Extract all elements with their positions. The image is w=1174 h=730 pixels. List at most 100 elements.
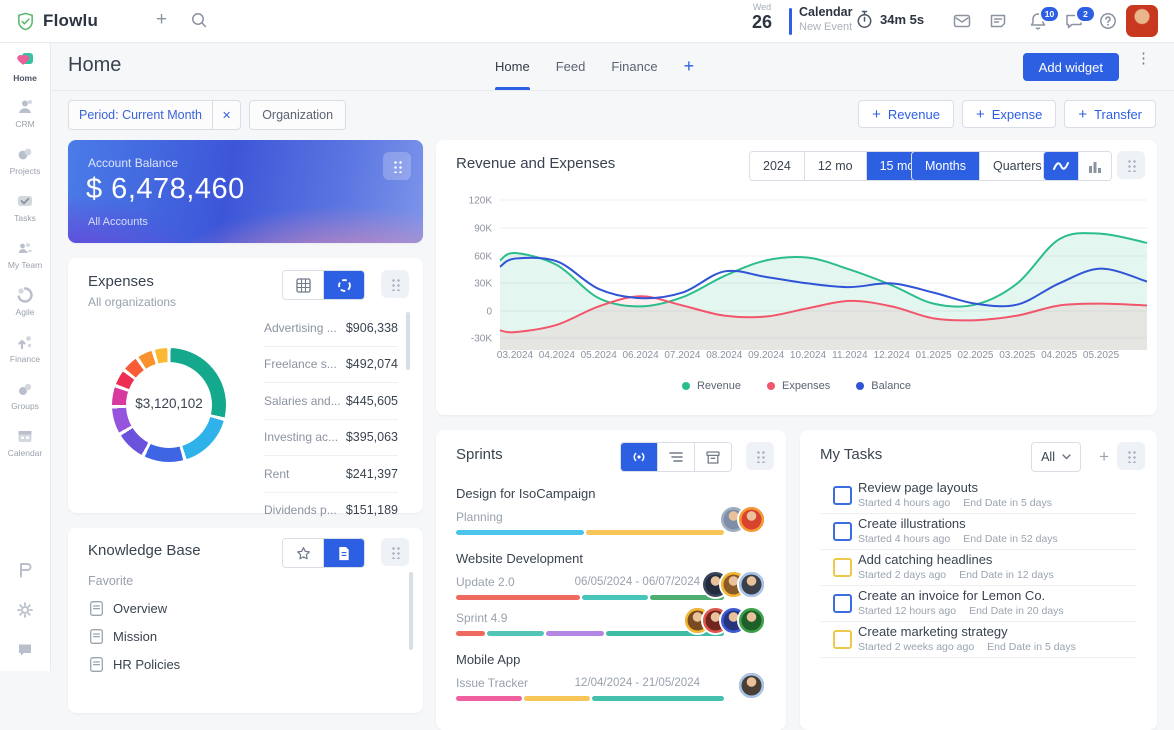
tab-feed[interactable]: Feed [556,42,586,90]
sidebar-settings-icon[interactable] [16,601,34,619]
new-event-link[interactable]: New Event [799,21,853,35]
period-filter-label: Period: Current Month [79,108,202,122]
sprint-row[interactable]: Update 2.0 06/05/2024 - 06/07/2024 [456,568,766,604]
expense-category-label: Salaries and... [264,393,341,408]
notes-icon[interactable] [988,11,1008,31]
task-row[interactable]: Review page layouts Started 4 hours ago En… [820,478,1137,514]
organization-filter-chip[interactable]: Organization [249,100,347,130]
timer-widget[interactable]: 34m 5s [856,10,924,29]
backlog-list-icon[interactable] [657,443,694,471]
notifications-bell-icon[interactable]: 10 [1028,5,1060,31]
expenses-scrollbar[interactable] [406,312,410,370]
kb-article-overview[interactable]: Overview [90,594,370,622]
sidebar-item-projects[interactable]: Projects [0,138,50,183]
range-12mo-button[interactable]: 12 mo [803,152,866,180]
sidebar-item-finance[interactable]: Finance [0,326,50,371]
search-icon[interactable] [190,11,208,29]
widget-drag-handle[interactable] [1117,151,1145,179]
task-checkbox[interactable] [833,486,852,505]
active-sprints-icon[interactable] [621,443,657,471]
widget-drag-handle[interactable] [381,538,409,566]
widget-drag-handle[interactable] [381,270,409,298]
sidebar-item-home[interactable]: Home [0,44,50,89]
archive-icon[interactable] [694,443,731,471]
add-widget-button[interactable]: Add widget [1022,53,1119,81]
sprint-row[interactable]: Sprint 4.9 [456,604,766,640]
create-new-button[interactable]: + [156,9,167,31]
widget-drag-handle[interactable] [383,152,411,180]
add-expense-button[interactable]: + Expense [961,100,1057,128]
revenue-expenses-chart[interactable]: 120K 90K 60K 30K 0 -30K 03.2024 04.2024 05.2024 0… [436,190,1157,370]
expense-list-item[interactable]: Investing ac... $395,063 [264,420,398,456]
documents-icon[interactable] [323,539,364,567]
page-title: Home [68,54,122,76]
table-view-icon[interactable] [283,271,323,299]
sprint-assignees[interactable] [737,671,766,700]
remove-period-filter-icon[interactable]: ✕ [211,101,240,129]
expense-amount: $492,074 [345,357,398,372]
user-avatar[interactable] [1126,5,1158,37]
expense-list-item[interactable]: Salaries and... $445,605 [264,383,398,420]
sidebar-item-my-team[interactable]: My Team [0,232,50,277]
legend-item-balance[interactable]: Balance [856,380,911,392]
sprint-assignees[interactable] [701,570,766,599]
task-row[interactable]: Create marketing strategy Started 2 weeks… [820,622,1137,658]
sprint-assignees[interactable] [719,505,766,534]
sidebar-item-crm[interactable]: CRM [0,91,50,136]
add-revenue-button[interactable]: + Revenue [858,100,954,128]
sidebar-apps-icon[interactable] [16,561,34,579]
sprint-row[interactable]: Planning [456,503,766,539]
expense-list-item[interactable]: Dividends p... $151,189 [264,493,398,529]
widget-drag-handle[interactable] [746,442,774,470]
legend-item-revenue[interactable]: Revenue [681,380,741,392]
line-chart-icon[interactable] [1044,152,1078,180]
mail-icon[interactable] [952,11,972,31]
favorites-star-icon[interactable] [283,539,323,567]
period-filter-chip[interactable]: Period: Current Month ✕ [68,100,242,130]
more-options-icon[interactable]: ⋮ [1136,51,1151,66]
messenger-icon[interactable]: 2 [1064,5,1096,31]
kb-article-hr-policies[interactable]: HR Policies [90,650,370,678]
today-date[interactable]: Wed 26 [752,3,772,32]
task-row[interactable]: Create an invoice for Lemon Co. Started 1… [820,586,1137,622]
widget-drag-handle[interactable] [1117,442,1145,470]
help-icon[interactable] [1098,11,1118,31]
legend-item-expenses[interactable]: Expenses [766,380,831,392]
calendar-quick-access[interactable]: Calendar New Event [799,5,853,34]
expense-list-item[interactable]: Advertising ... $906,338 [264,310,398,347]
legend-label: Expenses [781,380,831,392]
months-button[interactable]: Months [912,152,979,180]
sprint-row[interactable]: Issue Tracker 12/04/2024 - 21/05/2024 [456,669,766,705]
task-checkbox[interactable] [833,630,852,649]
task-row[interactable]: Add catching headlines Started 2 days ago… [820,550,1137,586]
kb-scrollbar[interactable] [409,572,413,650]
task-row[interactable]: Create illustrations Started 4 hours ago E… [820,514,1137,550]
expense-list-item[interactable]: Rent $241,397 [264,456,398,493]
tasks-filter-select[interactable]: All [1031,442,1081,472]
add-transfer-button[interactable]: + Transfer [1064,100,1156,128]
donut-view-icon[interactable] [323,271,364,299]
flowlu-logo[interactable]: Flowlu [16,0,98,42]
task-checkbox[interactable] [833,522,852,541]
plus-icon: + [872,105,881,123]
task-checkbox[interactable] [833,594,852,613]
x-axis-tick: 04.2024 [539,350,576,361]
add-tab-button[interactable]: + [684,56,695,77]
sprint-assignees[interactable] [683,606,766,635]
task-started-label: Started 4 hours ago [858,497,951,509]
tab-finance[interactable]: Finance [611,42,657,90]
range-2024-button[interactable]: 2024 [750,152,804,180]
y-axis-tick: -30K [471,334,492,345]
expense-list-item[interactable]: Freelance s... $492,074 [264,347,398,383]
knowledge-base-view-toggle [282,538,365,568]
add-task-button[interactable]: + [1099,447,1109,467]
sidebar-item-calendar[interactable]: Calendar [0,420,50,465]
task-checkbox[interactable] [833,558,852,577]
kb-article-mission[interactable]: Mission [90,622,370,650]
bar-chart-icon[interactable] [1078,152,1111,180]
sidebar-item-groups[interactable]: Groups [0,373,50,418]
tab-home[interactable]: Home [495,42,530,90]
sidebar-item-tasks[interactable]: Tasks [0,185,50,230]
sidebar-support-icon[interactable] [16,641,34,659]
sidebar-item-agile[interactable]: Agile [0,279,50,324]
